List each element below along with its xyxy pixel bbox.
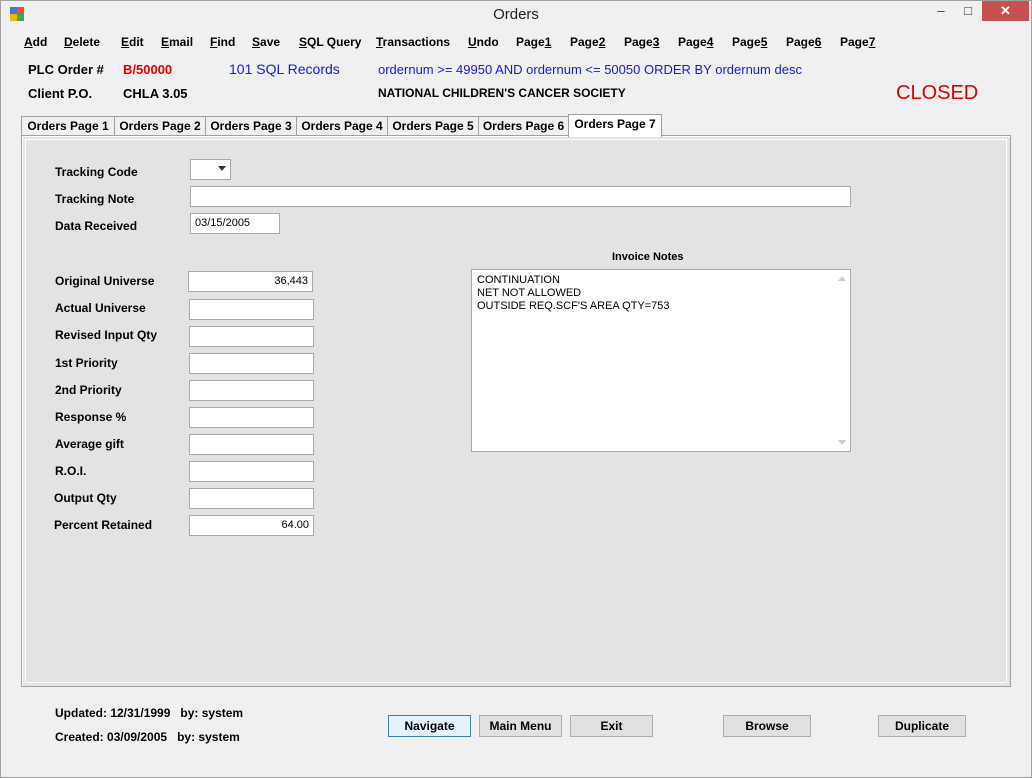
duplicate-button[interactable]: Duplicate [878,715,966,737]
average-gift-label: Average gift [55,437,124,451]
main-menu-button[interactable]: Main Menu [479,715,562,737]
menu-undo[interactable]: Undo [468,35,499,49]
sql-records-count: 101 SQL Records [229,61,340,77]
window-title: Orders [493,6,539,23]
tracking-note-label: Tracking Note [55,192,135,206]
scroll-down-icon[interactable] [838,440,846,445]
created-date: Created: 03/09/2005 [55,730,168,744]
created-by: by: system [177,730,240,744]
tab-orders-page-3[interactable]: Orders Page 3 [205,116,297,136]
exit-button[interactable]: Exit [570,715,653,737]
tab-orders-page-6[interactable]: Orders Page 6 [478,116,569,136]
response-pct-label: Response % [55,410,127,424]
maximize-button[interactable]: □ [954,1,982,21]
client-po-label: Client P.O. [28,86,93,101]
average-gift-input[interactable] [189,434,314,455]
invoice-notes-label: Invoice Notes [612,251,684,263]
plc-order-value: B/50000 [123,62,173,77]
tab-orders-page-2[interactable]: Orders Page 2 [114,116,206,136]
invoice-notes-scrollbar[interactable] [834,270,850,451]
menu-page2[interactable]: Page2 [570,35,605,49]
tab-orders-page-1[interactable]: Orders Page 1 [21,116,115,136]
navigate-button[interactable]: Navigate [388,715,471,737]
scroll-up-icon[interactable] [838,276,846,281]
menu-sql-query[interactable]: SQL Query [299,35,361,49]
roi-input[interactable] [189,461,314,482]
percent-retained-label: Percent Retained [54,518,153,532]
data-received-input[interactable]: 03/15/2005 [190,213,280,234]
menu-page6[interactable]: Page6 [786,35,821,49]
invoice-notes-textarea[interactable]: CONTINUATION NET NOT ALLOWED OUTSIDE REQ… [471,269,851,452]
client-name: NATIONAL CHILDREN'S CANCER SOCIETY [378,86,626,100]
invoice-notes-line: CONTINUATION [477,274,560,286]
menu-transactions[interactable]: Transactions [376,35,450,49]
output-qty-input[interactable] [189,488,314,509]
menu-email[interactable]: Email [161,35,193,49]
revised-input-qty-input[interactable] [189,326,314,347]
response-pct-input[interactable] [189,407,314,428]
updated-info: Updated: 12/31/1999 by: system [55,706,243,720]
menu-find[interactable]: Find [210,35,235,49]
original-universe-input[interactable]: 36,443 [188,271,313,292]
revised-input-qty-label: Revised Input Qty [55,328,158,342]
tab-orders-page-7[interactable]: Orders Page 7 [568,114,662,137]
created-info: Created: 03/09/2005 by: system [55,730,240,744]
menu-add[interactable]: Add [24,35,47,49]
menu-page4[interactable]: Page4 [678,35,713,49]
chevron-down-icon [218,166,226,171]
first-priority-input[interactable] [189,353,314,374]
updated-by: by: system [180,706,244,720]
tracking-code-select[interactable] [190,159,231,180]
actual-universe-label: Actual Universe [55,301,146,315]
menu-edit[interactable]: Edit [121,35,144,49]
roi-label: R.O.I. [55,464,87,478]
menu-delete[interactable]: Delete [64,35,100,49]
data-received-label: Data Received [55,219,138,233]
menu-save[interactable]: Save [252,35,280,49]
menu-page3[interactable]: Page3 [624,35,659,49]
first-priority-label: 1st Priority [55,356,118,370]
tab-orders-page-5[interactable]: Orders Page 5 [387,116,479,136]
original-universe-label: Original Universe [55,274,155,288]
plc-order-label: PLC Order # [28,62,104,77]
browse-button[interactable]: Browse [723,715,811,737]
output-qty-label: Output Qty [54,491,117,505]
menu-page1[interactable]: Page1 [516,35,551,49]
tracking-note-input[interactable] [190,186,851,207]
tracking-code-label: Tracking Code [55,165,138,179]
sql-filter-text: ordernum >= 49950 AND ordernum <= 50050 … [378,62,802,77]
percent-retained-input[interactable]: 64.00 [189,515,314,536]
tab-orders-page-4[interactable]: Orders Page 4 [296,116,388,136]
minimize-button[interactable]: – [926,1,956,21]
orders-window: Orders – □ ✕ Add Delete Edit Email Find … [0,0,1032,778]
menu-page5[interactable]: Page5 [732,35,767,49]
second-priority-input[interactable] [189,380,314,401]
invoice-notes-line: NET NOT ALLOWED [477,287,582,299]
order-status: CLOSED [896,82,979,104]
actual-universe-input[interactable] [189,299,314,320]
second-priority-label: 2nd Priority [55,383,122,397]
title-bar[interactable]: Orders – □ ✕ [1,1,1031,29]
client-po-value: CHLA 3.05 [123,86,188,101]
menu-page7[interactable]: Page7 [840,35,875,49]
updated-date: Updated: 12/31/1999 [55,706,171,720]
invoice-notes-line: OUTSIDE REQ.SCF'S AREA QTY=753 [477,300,670,312]
close-button[interactable]: ✕ [982,1,1029,21]
